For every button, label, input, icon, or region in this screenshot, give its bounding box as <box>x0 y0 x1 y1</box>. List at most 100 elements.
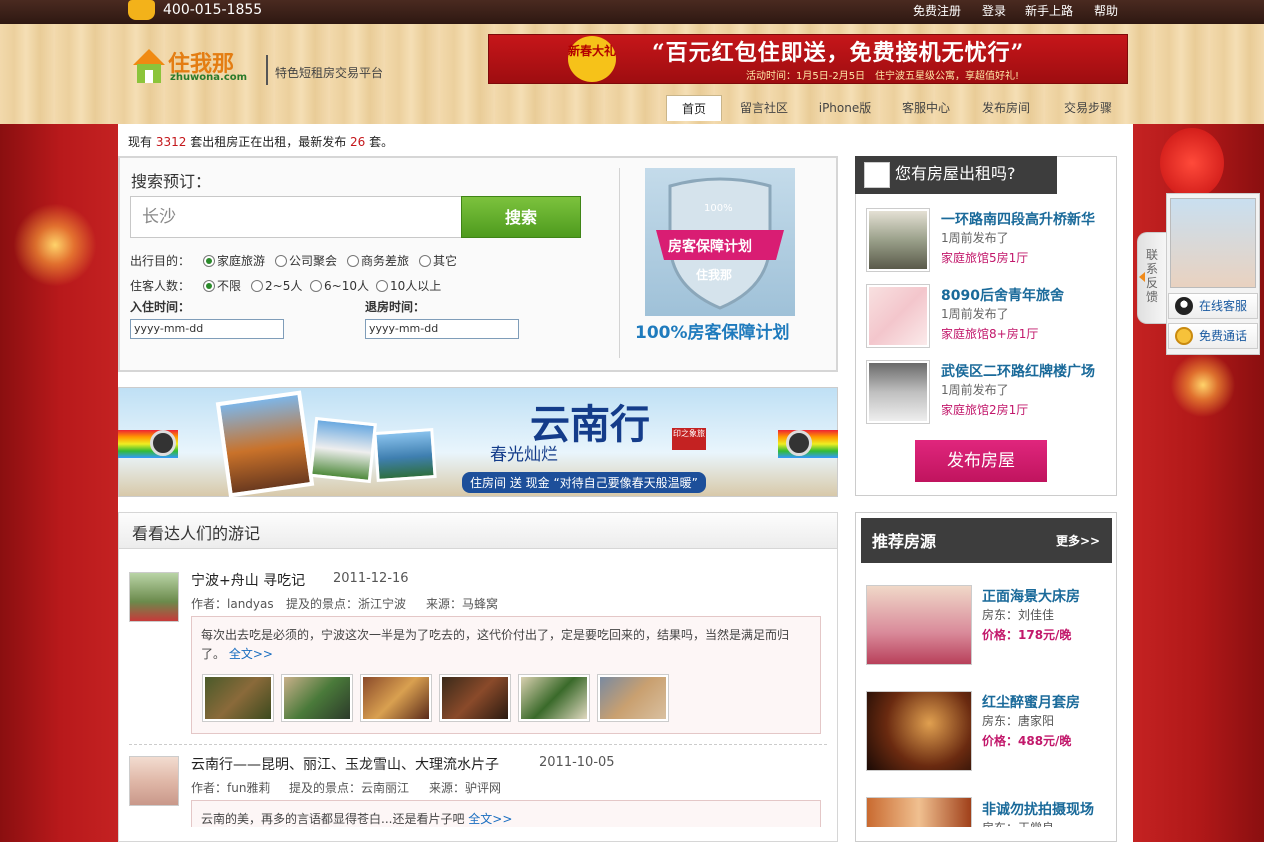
read-more-link[interactable]: 全文>> <box>229 647 273 661</box>
post-author[interactable]: 作者：fun雅莉 <box>191 779 270 796</box>
login-link[interactable]: 登录 <box>982 2 1006 19</box>
listing-photo[interactable] <box>866 797 972 827</box>
nav-service-center[interactable]: 客服中心 <box>896 95 956 121</box>
register-link[interactable]: 免费注册 <box>913 2 961 19</box>
logo-house-icon[interactable] <box>131 47 167 85</box>
post-photo-thumb[interactable] <box>202 674 274 722</box>
post-body: 云南的美，再多的言语都显得苍白...还是看片子吧 <box>201 812 465 826</box>
room-thumbnail[interactable] <box>866 208 930 272</box>
listing-photo[interactable] <box>866 585 972 665</box>
guests-option-2-5[interactable]: 2~5人 <box>251 277 302 294</box>
post-excerpt: 每次出去吃是必须的，宁波这次一半是为了吃去的，这代价付出了，定是要吃回来的，结果… <box>201 626 801 664</box>
guarantee-link[interactable]: 100%房客保障计划 <box>635 318 790 343</box>
firework-decoration <box>10 200 100 290</box>
banner-subtitle: 活动时间：1月5日-2月5日 住宁波五星级公寓，享超值好礼! <box>746 71 1020 82</box>
search-title: 搜索预订： <box>131 172 212 191</box>
shield-ribbon-text: 房客保障计划 <box>668 239 752 255</box>
nav-trade-steps[interactable]: 交易步骤 <box>1058 95 1118 121</box>
post-title[interactable]: 宁波+舟山 寻吃记 <box>191 570 305 590</box>
stats-middle: 套出租房正在出租，最新发布 <box>186 135 351 149</box>
nav-community[interactable]: 留言社区 <box>734 95 794 121</box>
purpose-label: 出行目的： <box>130 254 191 268</box>
purpose-option-other[interactable]: 其它 <box>419 252 457 269</box>
radio[interactable] <box>419 255 431 267</box>
more-link[interactable]: 更多>> <box>1056 532 1100 549</box>
guests-label: 住客人数： <box>130 279 191 293</box>
house-icon <box>864 162 890 188</box>
listing-owner: 房东：唐家阳 <box>982 714 1055 728</box>
post-author[interactable]: 作者：landyas <box>191 595 274 612</box>
read-more-link[interactable]: 全文>> <box>468 812 512 826</box>
post-place: 提及的景点：云南丽江 <box>289 781 410 795</box>
option-label: 6~10人 <box>324 279 369 293</box>
listing-photo[interactable] <box>866 691 972 771</box>
post-place: 提及的景点：浙江宁波 <box>286 597 407 611</box>
option-label: 商务差旅 <box>361 254 410 268</box>
feedback-tab-label[interactable]: 联系反馈 <box>1146 248 1160 304</box>
checkout-date-input[interactable]: yyyy-mm-dd <box>365 319 519 339</box>
post-photo-thumb[interactable] <box>597 674 669 722</box>
option-label: 10人以上 <box>390 279 442 293</box>
recommended-title: 推荐房源 <box>872 532 937 551</box>
publish-house-button[interactable]: 发布房屋 <box>915 440 1047 482</box>
author-avatar[interactable] <box>129 756 179 806</box>
help-link[interactable]: 帮助 <box>1094 2 1118 19</box>
option-label: 其它 <box>433 254 458 268</box>
room-type-tag[interactable]: 家庭旅馆5房1厅 <box>941 249 1028 266</box>
post-source: 来源：驴评网 <box>429 781 502 795</box>
radio[interactable] <box>275 255 287 267</box>
stats-new-count: 26 <box>350 135 366 149</box>
room-type-tag[interactable]: 家庭旅馆8+房1厅 <box>941 325 1038 342</box>
purpose-option-company[interactable]: 公司聚会 <box>275 252 337 269</box>
post-photo-thumb[interactable] <box>281 674 353 722</box>
nav-publish-room[interactable]: 发布房间 <box>976 95 1036 121</box>
radio[interactable] <box>347 255 359 267</box>
post-photo-thumb[interactable] <box>439 674 511 722</box>
room-thumbnail[interactable] <box>866 284 930 348</box>
room-thumbnail[interactable] <box>866 360 930 424</box>
radio[interactable] <box>376 280 388 292</box>
post-photo-thumb[interactable] <box>518 674 590 722</box>
room-title[interactable]: 一环路南四段高升桥新华 <box>941 209 1095 229</box>
nav-home[interactable]: 首页 <box>666 95 722 121</box>
stats-suffix: 套。 <box>365 135 394 149</box>
banner-title: “百元红包住即送，免费接机无忧行” <box>652 40 1025 66</box>
smiley-icon <box>1175 327 1193 345</box>
listing-price: 价格：488元/晚 <box>982 734 1072 748</box>
listing-title[interactable]: 非诚勿扰拍摄现场 <box>982 799 1094 819</box>
author-avatar[interactable] <box>129 572 179 622</box>
option-label: 2~5人 <box>265 279 303 293</box>
nav-iphone[interactable]: iPhone版 <box>814 95 876 121</box>
search-input[interactable]: 长沙 <box>130 196 462 238</box>
beginner-guide-link[interactable]: 新手上路 <box>1025 2 1073 19</box>
promo-seal: 印之象旅 <box>672 428 706 450</box>
room-posted-time: 1周前发布了 <box>941 231 1009 245</box>
purpose-option-family[interactable]: 家庭旅游 <box>203 252 265 269</box>
pagoda-photo <box>215 390 315 498</box>
arrow-left-icon <box>1139 272 1145 282</box>
room-title[interactable]: 8090后舍青年旅舍 <box>941 285 1064 305</box>
listing-owner: 房东：刘佳佳 <box>982 608 1055 622</box>
guests-option-10-plus[interactable]: 10人以上 <box>376 277 441 294</box>
carousel-next-button[interactable] <box>786 430 812 456</box>
option-label: 公司聚会 <box>289 254 338 268</box>
checkin-label: 入住时间： <box>130 300 191 314</box>
radio-selected[interactable] <box>203 255 215 267</box>
room-title[interactable]: 武侯区二环路红牌楼广场 <box>941 361 1095 381</box>
post-title[interactable]: 云南行——昆明、丽江、玉龙雪山、大理流水片子 <box>191 754 499 774</box>
phone-icon <box>128 0 155 20</box>
post-photo-thumb[interactable] <box>360 674 432 722</box>
guests-option-any[interactable]: 不限 <box>203 277 241 294</box>
radio[interactable] <box>251 280 263 292</box>
listing-title[interactable]: 正面海景大床房 <box>982 586 1080 606</box>
guests-option-6-10[interactable]: 6~10人 <box>310 277 369 294</box>
radio-selected[interactable] <box>203 280 215 292</box>
room-type-tag[interactable]: 家庭旅馆2房1厅 <box>941 401 1028 418</box>
search-button[interactable]: 搜索 <box>461 196 581 238</box>
checkin-date-input[interactable]: yyyy-mm-dd <box>130 319 284 339</box>
listing-title[interactable]: 红尘醉蜜月套房 <box>982 692 1080 712</box>
radio[interactable] <box>310 280 322 292</box>
carousel-prev-button[interactable] <box>150 430 176 456</box>
purpose-option-business[interactable]: 商务差旅 <box>347 252 409 269</box>
room-posted-time: 1周前发布了 <box>941 383 1009 397</box>
